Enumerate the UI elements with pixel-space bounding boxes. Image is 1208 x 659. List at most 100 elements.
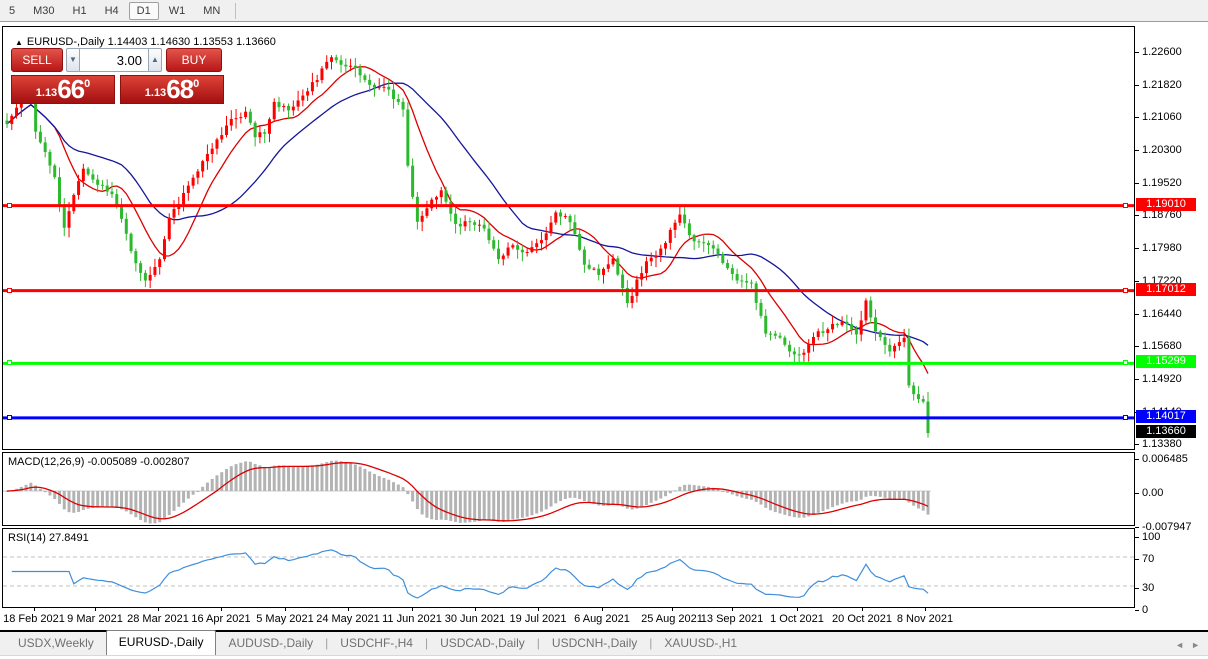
volume-input[interactable]: 3.00 [80, 48, 148, 72]
candle-body [340, 60, 343, 65]
candle-body [368, 80, 371, 85]
macd-histogram-bar [497, 491, 500, 522]
line-handle[interactable] [7, 360, 12, 365]
macd-histogram-bar [888, 491, 891, 499]
tab-scroll-left-icon[interactable]: ◄ [1175, 640, 1184, 650]
price-axis-tick [1135, 85, 1139, 86]
candle-body [559, 212, 562, 216]
candle-body [101, 185, 104, 186]
date-axis-tick [862, 608, 863, 611]
line-handle[interactable] [7, 415, 12, 420]
tab-usdcad-daily[interactable]: USDCAD-,Daily [428, 632, 537, 655]
macd-histogram-bar [425, 491, 428, 518]
bid-price-box[interactable]: 1.13660 [11, 75, 115, 104]
tab-eurusd-daily[interactable]: EURUSD-,Daily [106, 630, 217, 655]
candle-body [220, 135, 223, 139]
timeframe-button-h1[interactable]: H1 [65, 2, 95, 20]
candle-body [158, 259, 161, 267]
macd-histogram-bar [817, 491, 820, 513]
candle-body [678, 215, 681, 223]
date-axis-tick [672, 608, 673, 611]
macd-histogram-bar [874, 491, 877, 496]
price-axis-tick [1135, 183, 1139, 184]
macd-histogram-bar [349, 463, 352, 491]
price-axis-tick [1135, 346, 1139, 347]
price-axis-tick [1135, 379, 1139, 380]
candle-body [764, 316, 767, 334]
candle-body [912, 385, 915, 394]
panel-collapse-icon[interactable]: ▲ [15, 38, 23, 47]
rsi-indicator-panel[interactable]: RSI(14) 27.8491 [2, 528, 1135, 608]
line-handle[interactable] [7, 288, 12, 293]
macd-indicator-panel[interactable]: MACD(12,26,9) -0.005089 -0.002807 [2, 452, 1135, 526]
timeframe-button-w1[interactable]: W1 [161, 2, 194, 20]
macd-histogram-bar [779, 491, 782, 513]
date-axis-tick [732, 608, 733, 611]
line-handle[interactable] [1123, 203, 1128, 208]
line-handle[interactable] [7, 203, 12, 208]
line-handle[interactable] [1123, 288, 1128, 293]
line-price-label-1.17012[interactable]: 1.17012 [1136, 283, 1196, 296]
candle-body [855, 329, 858, 334]
candle-body [354, 66, 357, 68]
macd-histogram-bar [115, 491, 118, 508]
tab-usdchf-h4[interactable]: USDCHF-,H4 [328, 632, 425, 655]
macd-histogram-bar [402, 487, 405, 491]
timeframe-button-5[interactable]: 5 [1, 2, 23, 20]
candle-body [564, 216, 567, 217]
candle-body [201, 161, 204, 171]
macd-histogram-bar [740, 491, 743, 498]
macd-histogram-bar [292, 466, 295, 491]
timeframe-button-d1[interactable]: D1 [129, 2, 159, 20]
ask-price-box[interactable]: 1.13680 [120, 75, 224, 104]
candle-body [211, 149, 214, 154]
macd-histogram-bar [726, 491, 729, 493]
volume-increase-button[interactable]: ▲ [148, 48, 162, 72]
rsi-axis-tick [1135, 559, 1139, 560]
timeframe-button-h4[interactable]: H4 [97, 2, 127, 20]
candle-body [769, 334, 772, 335]
tab-xauusd-h1[interactable]: XAUUSD-,H1 [652, 632, 749, 655]
candle-body [554, 212, 557, 222]
tab-audusd-daily[interactable]: AUDUSD-,Daily [216, 632, 325, 655]
macd-histogram-bar [864, 491, 867, 497]
price-chart-panel[interactable]: ▲EURUSD-,Daily 1.14403 1.14630 1.13553 1… [2, 26, 1135, 450]
candle-body [87, 169, 90, 175]
line-price-label-1.19010[interactable]: 1.19010 [1136, 198, 1196, 211]
candle-body [688, 223, 691, 235]
candle-body [664, 243, 667, 249]
date-axis-tick [538, 608, 539, 611]
date-axis-label: 19 Jul 2021 [510, 613, 567, 625]
line-price-label-1.15299[interactable]: 1.15299 [1136, 355, 1196, 368]
macd-histogram-bar [683, 485, 686, 491]
line-handle[interactable] [1123, 415, 1128, 420]
sell-button[interactable]: SELL [11, 48, 63, 72]
macd-histogram-bar [769, 491, 772, 510]
macd-histogram-bar [535, 491, 538, 513]
tab-usdcnh-daily[interactable]: USDCNH-,Daily [540, 632, 649, 655]
timeframe-button-mn[interactable]: MN [195, 2, 228, 20]
macd-histogram-bar [564, 491, 567, 499]
macd-histogram-bar [588, 491, 591, 503]
line-price-label-1.14017[interactable]: 1.14017 [1136, 410, 1196, 423]
tab-scroll-right-icon[interactable]: ► [1191, 640, 1200, 650]
timeframe-button-m30[interactable]: M30 [25, 2, 62, 20]
date-axis-label: 18 Feb 2021 [3, 613, 65, 625]
candle-body [263, 132, 266, 134]
buy-button[interactable]: BUY [166, 48, 222, 72]
macd-histogram-bar [884, 491, 887, 498]
macd-histogram-bar [48, 491, 51, 495]
volume-decrease-button[interactable]: ▼ [66, 48, 80, 72]
tab-usdx-weekly[interactable]: USDX,Weekly [6, 632, 106, 655]
price-axis-label: 1.22600 [1142, 46, 1182, 58]
macd-axis-label: 0.006485 [1142, 453, 1188, 465]
candle-body [697, 241, 700, 242]
macd-histogram-bar [44, 491, 47, 492]
candle-body [841, 322, 844, 325]
date-axis[interactable]: 18 Feb 20219 Mar 202128 Mar 202116 Apr 2… [0, 608, 1208, 630]
macd-histogram-bar [301, 466, 304, 491]
line-handle[interactable] [1123, 360, 1128, 365]
date-axis-label: 16 Apr 2021 [191, 613, 250, 625]
candle-body [306, 91, 309, 95]
timeframe-toolbar: 5M30H1H4D1W1MN [0, 0, 1208, 22]
